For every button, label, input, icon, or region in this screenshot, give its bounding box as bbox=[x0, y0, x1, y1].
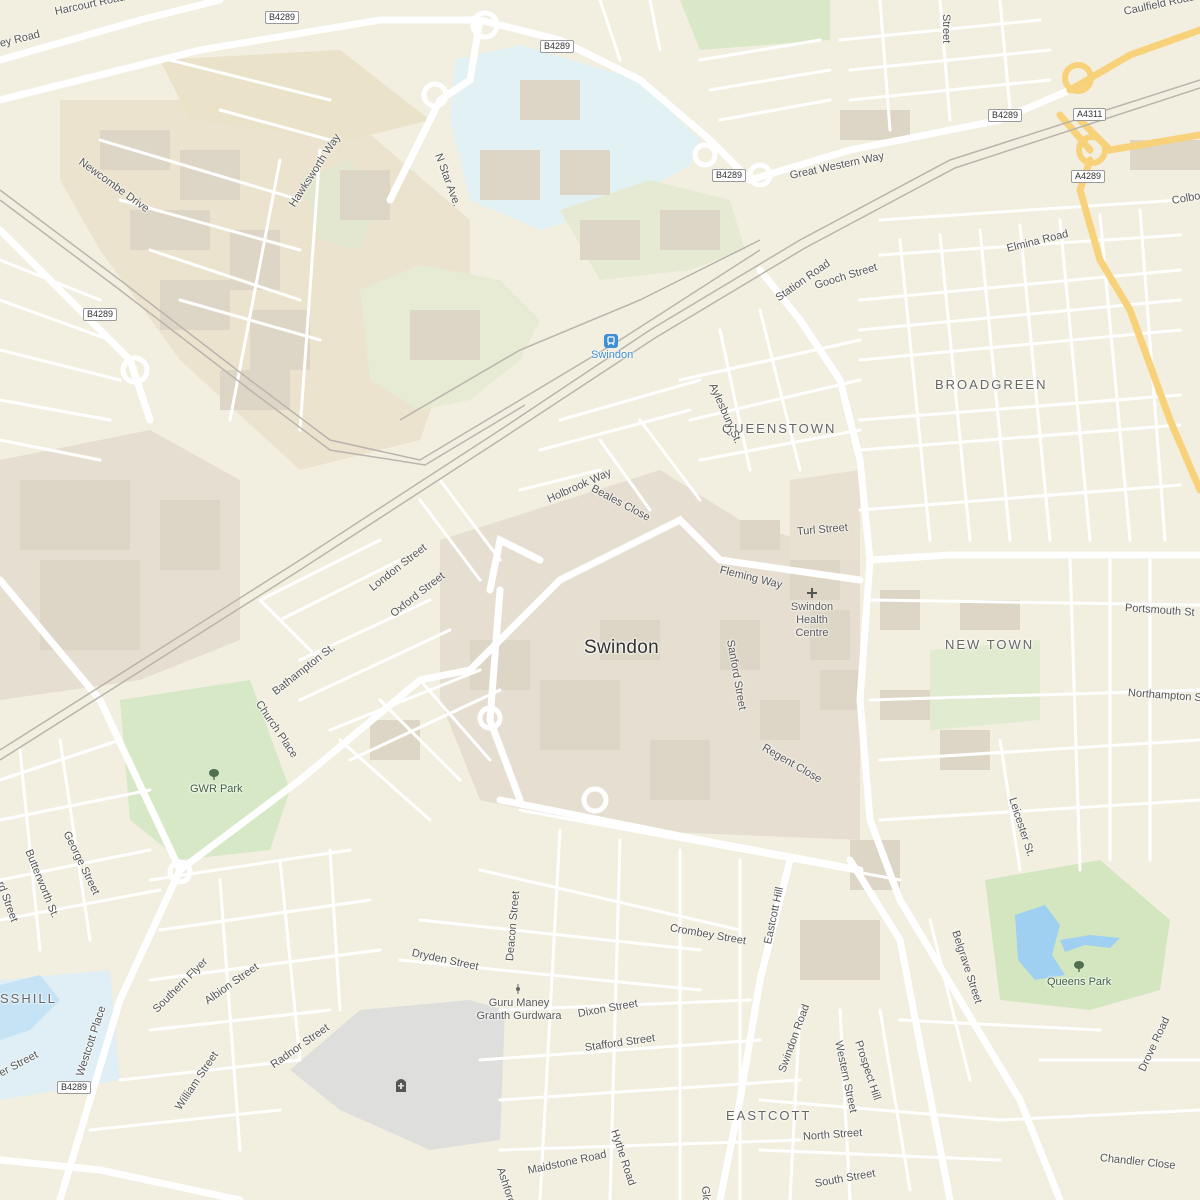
route-shield: B4289 bbox=[57, 1081, 92, 1094]
route-shield: B4289 bbox=[265, 11, 300, 24]
place-of-worship-icon[interactable] bbox=[513, 984, 523, 994]
route-shield: B4289 bbox=[540, 40, 575, 53]
cemetery-icon[interactable] bbox=[394, 1076, 408, 1092]
train-station-icon[interactable] bbox=[604, 334, 618, 348]
medical-cross-icon[interactable] bbox=[806, 587, 818, 599]
tree-icon[interactable] bbox=[1073, 960, 1085, 972]
queens-park-label[interactable]: Queens Park bbox=[1047, 976, 1111, 989]
gwr-park-label[interactable]: GWR Park bbox=[190, 783, 243, 796]
district-label: SSHILL bbox=[0, 991, 57, 1006]
route-shield: B4289 bbox=[712, 169, 747, 182]
district-label: EASTCOTT bbox=[726, 1108, 812, 1123]
district-label: NEW TOWN bbox=[945, 637, 1035, 652]
tree-icon[interactable] bbox=[208, 768, 220, 780]
district-label: BROADGREEN bbox=[935, 377, 1048, 392]
city-label[interactable]: Swindon bbox=[584, 637, 659, 659]
street-label: Globe bbox=[699, 1186, 713, 1200]
route-shield: B4289 bbox=[83, 308, 118, 321]
route-shield: A4311 bbox=[1073, 108, 1107, 121]
map-base-layer bbox=[0, 0, 1200, 1200]
route-shield: B4289 bbox=[988, 109, 1023, 122]
gurdwara-label[interactable]: Guru Maney Granth Gurdwara bbox=[474, 997, 564, 1023]
route-shield: A4289 bbox=[1071, 170, 1106, 183]
health-centre-label[interactable]: Swindon Health Centre bbox=[779, 601, 845, 640]
station-label[interactable]: Swindon bbox=[591, 349, 633, 361]
street-label: Street bbox=[940, 14, 952, 44]
map-canvas[interactable]: B4289 B4289 B4289 B4289 B4289 A4311 A428… bbox=[0, 0, 1200, 1200]
